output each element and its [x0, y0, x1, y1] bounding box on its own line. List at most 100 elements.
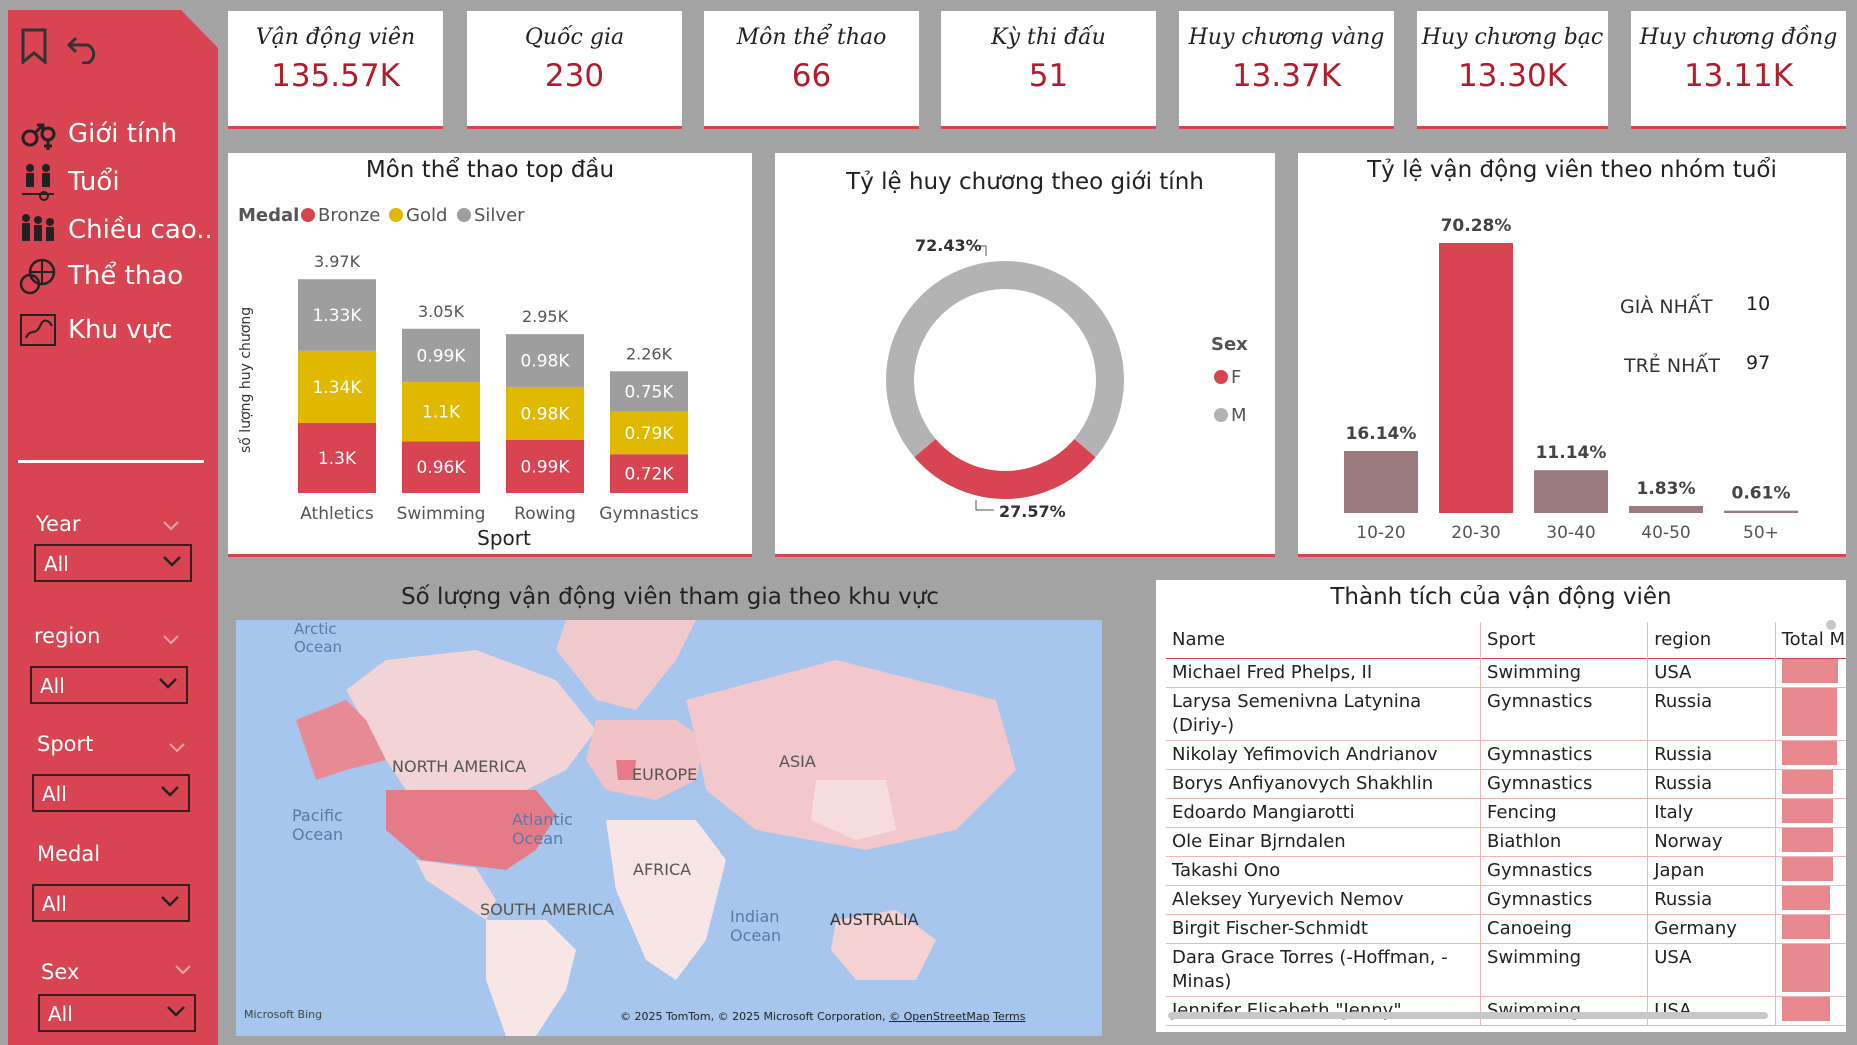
chevron-down-icon: [163, 556, 181, 567]
kpi-card-countries: Quốc gia 230: [467, 11, 682, 129]
vertical-scrollbar[interactable]: [1826, 620, 1836, 630]
table-row[interactable]: Jennifer Elisabeth "Jenny" Swimming USA: [1166, 996, 1846, 1025]
cell-total-bar: [1775, 687, 1846, 740]
table-row[interactable]: Ole Einar Bjrndalen Biathlon Norway: [1166, 827, 1846, 856]
back-arrow-icon[interactable]: [66, 30, 102, 64]
kpi-title: Quốc gia: [524, 25, 625, 50]
cell-total-bar: [1775, 885, 1846, 914]
label-leader: [975, 500, 994, 511]
legend-marker: [457, 208, 471, 222]
kpi-value: 51: [1028, 58, 1069, 94]
total-medal-bar: [1781, 740, 1837, 765]
chevron-down-icon: [167, 1006, 185, 1017]
table-row[interactable]: Birgit Fischer-Schmidt Canoeing Germany: [1166, 914, 1846, 943]
data-label: 1.83%: [1637, 479, 1696, 499]
x-tick-label: Rowing: [514, 504, 576, 524]
kpi-value: 13.37K: [1231, 58, 1342, 94]
filter-year-value: All: [44, 552, 69, 576]
cell-sport: Gymnastics: [1480, 769, 1649, 798]
sport-balls-icon: [19, 258, 56, 295]
nav-age[interactable]: Tuổi: [18, 162, 120, 202]
legend-label: Bronze: [318, 205, 380, 226]
chevron-down-icon[interactable]: [162, 634, 180, 646]
kpi-value: 13.30K: [1457, 58, 1568, 94]
filter-region-dropdown[interactable]: All: [30, 666, 188, 704]
data-label: 1.3K: [318, 449, 357, 469]
table-row[interactable]: Dara Grace Torres (-Hoffman, -Minas) Swim…: [1166, 943, 1846, 996]
world-map[interactable]: Arctic Ocean NORTH AMERICA EUROPE ASIA P…: [236, 620, 1102, 1036]
nav-region[interactable]: Khu vực: [18, 310, 172, 350]
donut-slice: [886, 261, 1124, 458]
legend-label: F: [1231, 367, 1241, 388]
table-row[interactable]: Michael Fred Phelps, II Swimming USA: [1166, 658, 1846, 687]
y-axis-label: số lượng huy chương: [237, 307, 254, 453]
legend-marker: [389, 208, 403, 222]
x-tick-label: Gymnastics: [599, 504, 699, 524]
cell-total-bar: [1775, 996, 1846, 1025]
horizontal-scrollbar[interactable]: [1168, 1012, 1768, 1019]
chevron-down-icon[interactable]: [174, 964, 192, 976]
cell-sport: Gymnastics: [1480, 740, 1649, 769]
chevron-down-icon[interactable]: [162, 520, 180, 532]
nav-sport-label: Thể thao: [68, 261, 184, 291]
nav-height[interactable]: Chiều cao..: [18, 210, 213, 250]
total-medal-bar: [1781, 885, 1830, 910]
donut-label: 72.43%: [915, 236, 982, 255]
legend-title: Medal: [238, 205, 299, 226]
athlete-table-panel: Thành tích của vận động viên Name Sport …: [1156, 580, 1846, 1032]
table-row[interactable]: Nikolay Yefimovich Andrianov Gymnastics Ru…: [1166, 740, 1846, 769]
data-label: 1.1K: [422, 403, 461, 423]
gender-donut-chart: 72.43% 27.57% Sex FM: [886, 236, 1248, 521]
table-row[interactable]: Borys Anfiyanovych Shakhlin Gymnastics Rus…: [1166, 769, 1846, 798]
header-region[interactable]: region: [1647, 622, 1776, 658]
total-label: 3.05K: [418, 302, 465, 321]
map-brand: Microsoft Bing: [244, 1008, 323, 1021]
bookmark-icon[interactable]: [20, 28, 48, 64]
nav-height-label: Chiều cao..: [68, 215, 213, 245]
table-row[interactable]: Takashi Ono Gymnastics Japan: [1166, 856, 1846, 885]
filter-region-label: region: [34, 624, 101, 648]
filter-sex-dropdown[interactable]: All: [38, 994, 196, 1032]
age-bar: [1724, 510, 1798, 513]
kpi-card-bronze: Huy chương đồng 13.11K: [1631, 11, 1846, 129]
total-label: 3.97K: [314, 252, 361, 271]
filter-year-dropdown[interactable]: All: [34, 544, 192, 582]
kpi-card-silver: Huy chương bạc 13.30K: [1417, 11, 1608, 129]
osm-link[interactable]: © OpenStreetMap: [889, 1010, 990, 1023]
header-name[interactable]: Name: [1166, 622, 1482, 658]
filter-medal-dropdown[interactable]: All: [32, 884, 190, 922]
nav-region-label: Khu vực: [68, 315, 173, 345]
header-sport[interactable]: Sport: [1480, 622, 1649, 658]
data-label: 0.96K: [417, 458, 467, 478]
kpi-title: Kỳ thi đấu: [991, 25, 1106, 50]
terms-link[interactable]: Terms: [993, 1010, 1025, 1023]
x-tick-label: Swimming: [397, 504, 486, 524]
total-medal-bar: [1781, 943, 1830, 992]
total-label: 2.95K: [522, 307, 569, 326]
cell-name: Takashi Ono: [1166, 856, 1482, 885]
top-sports-chart-panel: Môn thể thao top đầu Medal Bronze Gold Silv…: [228, 153, 752, 557]
cell-total-bar: [1775, 856, 1846, 885]
filter-sport-dropdown[interactable]: All: [32, 774, 190, 812]
cell-name: Ole Einar Bjrndalen: [1166, 827, 1482, 856]
cell-name: Dara Grace Torres (-Hoffman, -Minas): [1166, 943, 1482, 996]
nav-sport[interactable]: Thể thao: [18, 256, 183, 296]
filter-year-label: Year: [36, 512, 81, 536]
nav-gender[interactable]: Giới tính: [18, 114, 177, 154]
kpi-card-athletes: Vận động viên 135.57K: [228, 11, 443, 129]
gender-donut-panel: Tỷ lệ huy chương theo giới tính 72.43% 27…: [775, 153, 1275, 557]
cell-sport: Gymnastics: [1480, 856, 1649, 885]
table-row[interactable]: Larysa Semenivna Latynina (Diriy-) Gymnas…: [1166, 687, 1846, 740]
data-label: 0.79K: [625, 424, 675, 444]
data-label: 0.98K: [521, 352, 571, 372]
data-label: 0.75K: [625, 383, 675, 403]
table-row[interactable]: Aleksey Yuryevich Nemov Gymnastics Russia: [1166, 885, 1846, 914]
cell-sport: Fencing: [1480, 798, 1649, 827]
chevron-down-icon[interactable]: [168, 742, 186, 754]
kpi-title: Huy chương vàng: [1188, 25, 1385, 50]
filter-sport-value: All: [42, 782, 67, 806]
chevron-down-icon: [159, 678, 177, 689]
oldest-label: GIÀ NHẤT: [1620, 296, 1713, 318]
table-row[interactable]: Edoardo Mangiarotti Fencing Italy: [1166, 798, 1846, 827]
cell-name: Borys Anfiyanovych Shakhlin: [1166, 769, 1482, 798]
